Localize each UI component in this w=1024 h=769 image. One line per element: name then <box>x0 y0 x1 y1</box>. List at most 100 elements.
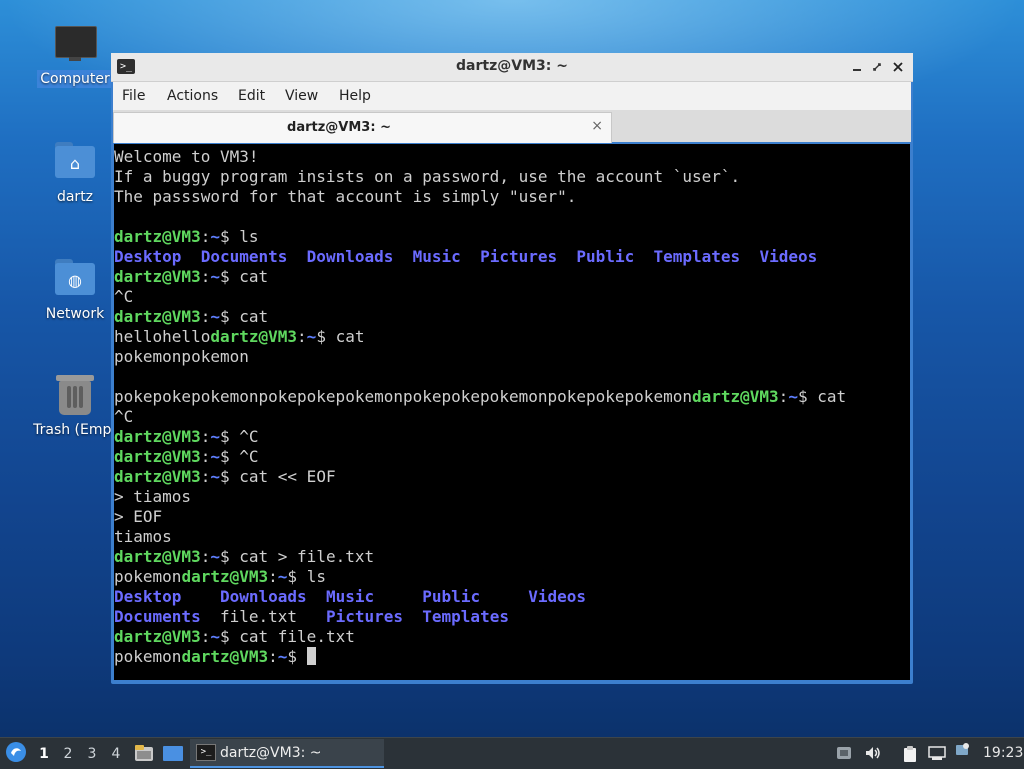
menu-view[interactable]: View <box>285 88 318 104</box>
notifications[interactable] <box>954 742 970 758</box>
menu-bar: File Actions Edit View Help <box>113 82 911 110</box>
directory-entry: Music <box>325 587 375 606</box>
window-titlebar[interactable]: >_ dartz@VM3: ~ <box>111 53 913 82</box>
terminal-text: file.txt <box>200 607 326 626</box>
taskbar-task-terminal[interactable]: >_ dartz@VM3: ~ <box>190 739 384 768</box>
workspace-2[interactable]: 2 <box>61 746 75 762</box>
minimize-button[interactable] <box>849 59 865 75</box>
workspace-4[interactable]: 4 <box>109 746 123 762</box>
prompt-user: dartz@VM3 <box>114 267 201 286</box>
directory-entry: Public <box>422 587 481 606</box>
prompt-path: ~ <box>210 267 220 286</box>
terminal-text: pokemon <box>114 567 182 586</box>
prompt-path: ~ <box>210 427 220 446</box>
prompt-user: dartz@VM3 <box>114 627 201 646</box>
directory-entry: Downloads <box>219 587 307 606</box>
menu-actions[interactable]: Actions <box>167 88 218 104</box>
file-manager-launcher[interactable] <box>134 743 154 767</box>
maximize-button[interactable] <box>869 59 885 75</box>
terminal-text: : <box>297 327 307 346</box>
menu-file[interactable]: File <box>122 88 145 104</box>
prompt-path: ~ <box>210 227 220 246</box>
terminal-text: pokemon <box>114 647 182 666</box>
terminal-text: $ cat <box>316 327 365 346</box>
directory-entry: Downloads <box>306 247 394 266</box>
prompt-user: dartz@VM3 <box>114 447 201 466</box>
prompt-path: ~ <box>277 567 288 586</box>
directory-entry: Videos <box>759 247 818 266</box>
terminal-text: $ ls <box>219 227 259 246</box>
file-manager-icon <box>135 745 153 761</box>
directory-entry: Videos <box>528 587 587 606</box>
terminal-lines: Welcome to VM3! If a buggy program insist… <box>114 147 846 667</box>
close-button[interactable] <box>890 59 906 75</box>
menu-help[interactable]: Help <box>339 88 371 104</box>
clipboard-manager[interactable] <box>902 745 918 762</box>
taskbar: 1 2 3 4 >_ dartz@VM3: ~ 19:23 <box>0 737 1024 769</box>
terminal-text: $ <box>287 647 307 666</box>
prompt-path: ~ <box>277 647 288 666</box>
terminal-text: $ cat > file.txt <box>219 547 375 566</box>
terminal-line: dartz@VM3:~$ cat > file.txt <box>114 547 846 567</box>
terminal-text: hellohello <box>114 327 211 346</box>
restore-icon <box>873 63 881 71</box>
terminal-text: $ cat file.txt <box>219 627 355 646</box>
terminal-text: The passsword for that account is simply… <box>114 187 577 206</box>
workspace-3[interactable]: 3 <box>85 746 99 762</box>
tab-bar: dartz@VM3: ~ × <box>113 110 911 143</box>
terminal-line: pokemondartz@VM3:~$ <box>114 647 846 667</box>
desktop-icon-computer[interactable]: Computer <box>30 22 120 88</box>
terminal-text: $ cat << EOF <box>219 467 336 486</box>
terminal-line: pokemondartz@VM3:~$ ls <box>114 567 846 587</box>
prompt-path: ~ <box>306 327 317 346</box>
prompt-user: dartz@VM3 <box>691 387 779 406</box>
show-desktop-button[interactable] <box>162 743 184 767</box>
desktop-icon-label: dartz <box>56 189 94 205</box>
network-icon <box>928 746 946 760</box>
network-folder-icon: ◍ <box>53 257 97 301</box>
terminal-line: dartz@VM3:~$ ^C <box>114 427 846 447</box>
terminal-cursor <box>306 647 316 665</box>
terminal-output[interactable]: Welcome to VM3! If a buggy program insist… <box>114 144 910 680</box>
terminal-text: > EOF <box>114 507 163 526</box>
directory-entry: Templates <box>653 247 741 266</box>
terminal-text: : <box>268 567 278 586</box>
desktop-icon-label: Network <box>45 306 105 322</box>
show-desktop-icon <box>163 746 183 761</box>
directory-entry: Templates <box>422 607 509 626</box>
tab-terminal[interactable]: dartz@VM3: ~ × <box>113 112 612 143</box>
desktop-icon-home[interactable]: ⌂ dartz <box>30 140 120 206</box>
prompt-path: ~ <box>210 627 220 646</box>
notification-icon <box>956 743 969 755</box>
terminal-text: : <box>200 427 211 446</box>
directory-entry: Documents <box>200 247 288 266</box>
workspace-1[interactable]: 1 <box>37 746 51 762</box>
terminal-icon: >_ <box>196 744 216 761</box>
minimize-icon <box>853 69 861 71</box>
terminal-line: dartz@VM3:~$ ls <box>114 227 846 247</box>
clock[interactable]: 19:23 <box>983 745 1023 761</box>
menu-edit[interactable]: Edit <box>238 88 265 104</box>
network-status[interactable] <box>928 745 946 761</box>
terminal-line: dartz@VM3:~$ ^C <box>114 447 846 467</box>
tray-status-icon[interactable] <box>836 745 852 761</box>
start-menu-button[interactable] <box>5 741 27 767</box>
terminal-text: : <box>268 647 278 666</box>
terminal-window: >_ dartz@VM3: ~ File Actions Edit View H… <box>111 53 913 684</box>
terminal-text: : <box>200 467 211 486</box>
tab-close-icon[interactable]: × <box>591 118 603 134</box>
desktop-icon-label: Trash (Empt <box>33 422 117 438</box>
desktop-icon-trash[interactable]: Trash (Empt <box>30 373 120 439</box>
desktop-icon-network[interactable]: ◍ Network <box>30 257 120 323</box>
volume-control[interactable] <box>864 745 880 761</box>
close-icon <box>893 62 903 72</box>
terminal-line: > tiamos <box>114 487 846 507</box>
